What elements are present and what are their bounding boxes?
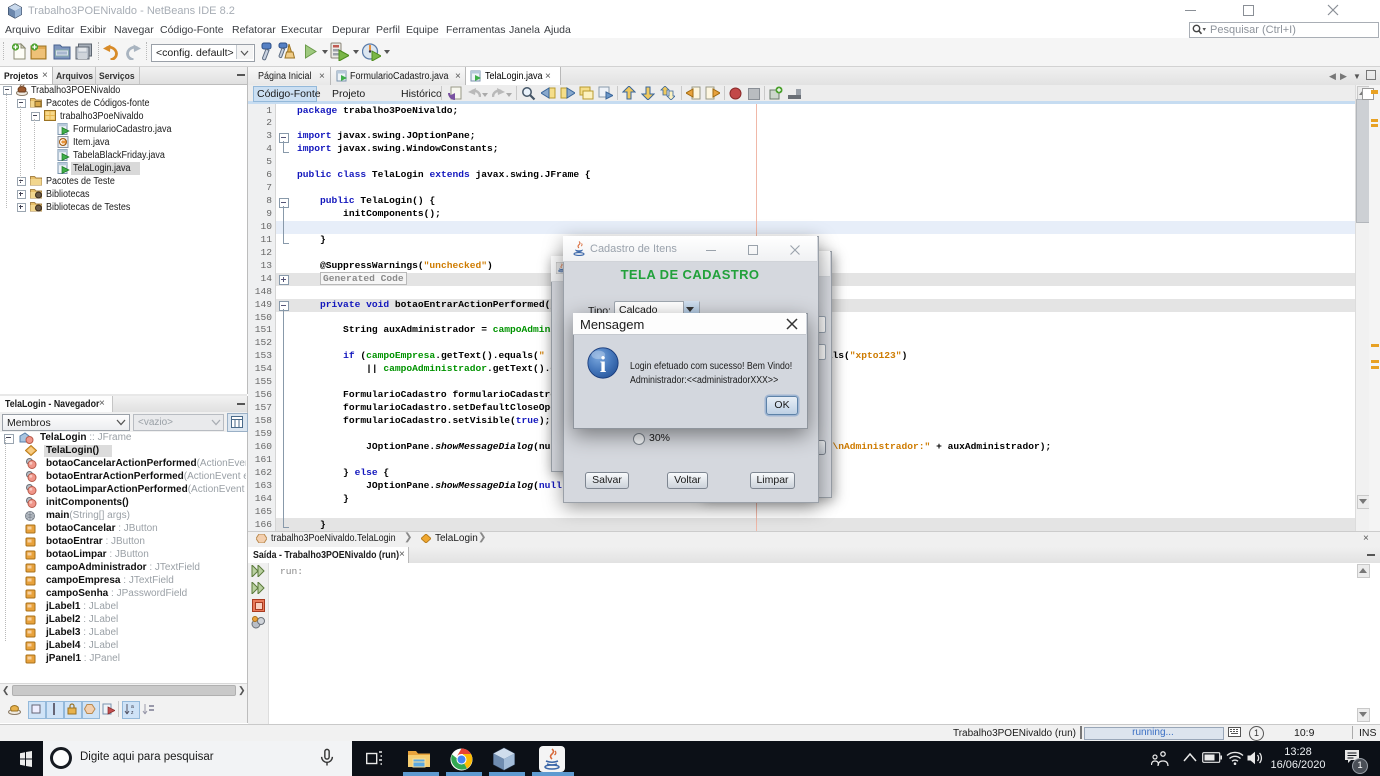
svg-text:i: i	[600, 352, 607, 378]
svg-text:z: z	[131, 710, 134, 715]
